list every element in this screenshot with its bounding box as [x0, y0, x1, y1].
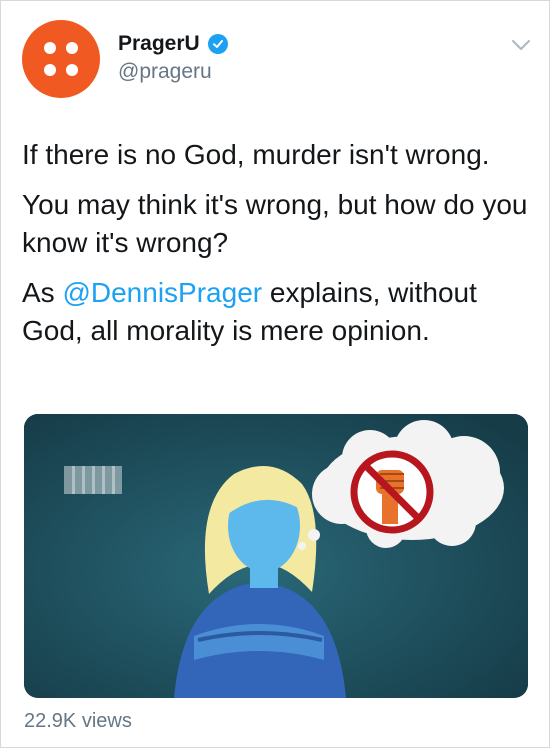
- logo-dot: [66, 42, 78, 54]
- motion-blur: [64, 466, 122, 494]
- mention-link[interactable]: @DennisPrager: [62, 277, 262, 308]
- logo-dot: [44, 42, 56, 54]
- display-name[interactable]: PragerU: [118, 32, 200, 56]
- video-player[interactable]: [24, 414, 528, 698]
- tweet-text: If there is no God, murder isn't wrong. …: [22, 136, 532, 362]
- no-fist-icon: [350, 450, 434, 534]
- logo-dot: [66, 64, 78, 76]
- text-span: As: [22, 277, 63, 308]
- logo-dot: [44, 64, 56, 76]
- tweet-header: PragerU @prageru: [22, 20, 532, 100]
- avatar[interactable]: [22, 20, 100, 98]
- chevron-down-icon[interactable]: [510, 38, 532, 52]
- account-names: PragerU @prageru: [118, 32, 228, 84]
- handle[interactable]: @prageru: [118, 60, 228, 84]
- tweet-paragraph: As @DennisPrager explains, without God, …: [22, 274, 532, 350]
- verified-badge-icon: [207, 34, 228, 54]
- tweet-paragraph: If there is no God, murder isn't wrong.: [22, 139, 490, 170]
- view-count: 22.9K views: [24, 710, 132, 732]
- video-thumbnail: [24, 414, 528, 698]
- tweet-paragraph: You may think it's wrong, but how do you…: [22, 189, 528, 258]
